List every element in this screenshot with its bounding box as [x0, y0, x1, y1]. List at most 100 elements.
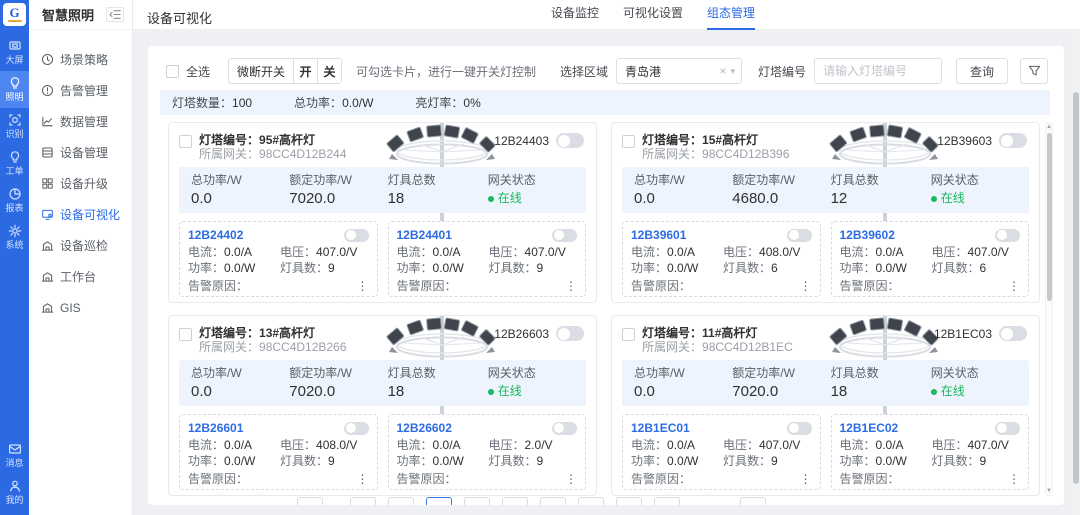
branch-card: 12B39602 电流：0.0/A 电压：407.0/V 功率：0.0/W 灯具…	[831, 221, 1030, 297]
tab-configuration-management[interactable]: 组态管理	[707, 0, 755, 30]
card-stats: 总功率/W0.0 额定功率/W7020.0 灯具总数18 网关状态在线	[622, 360, 1029, 406]
alert-circle-icon	[41, 84, 54, 97]
alarm-reason-label: 告警原因：	[397, 277, 457, 294]
branch-id[interactable]: 12B26601	[188, 421, 243, 435]
breaker-switch-group: 微断开关 开 关	[228, 58, 342, 84]
more-icon[interactable]: ⋮	[565, 281, 577, 291]
page-scrollbar-thumb[interactable]	[1073, 92, 1079, 484]
building-icon	[41, 239, 54, 252]
cards-scrollbar[interactable]: ▲ ▼	[1045, 122, 1053, 496]
pagination-page-button[interactable]	[388, 497, 414, 505]
more-icon[interactable]: ⋮	[800, 474, 812, 484]
filter-toolbar: 全选 微断开关 开 关 可勾选卡片，进行一键开关灯控制 选择区域 青岛港 × ▾…	[166, 57, 1048, 85]
sidebar-item-workbench[interactable]: 工作台	[29, 261, 132, 292]
branch-toggle[interactable]	[787, 229, 812, 242]
card-gateway: 所属网关：98CC4D12B244	[199, 147, 346, 162]
switch-on-button[interactable]: 开	[293, 59, 317, 83]
tab-visualization-settings[interactable]: 可视化设置	[623, 0, 683, 30]
more-icon[interactable]: ⋮	[1008, 474, 1020, 484]
branch-id[interactable]: 12B24402	[188, 228, 243, 242]
pagination-page-button[interactable]	[540, 497, 566, 505]
pagination-page-button[interactable]	[616, 497, 642, 505]
card-toggle[interactable]	[999, 133, 1027, 148]
branch-toggle[interactable]	[995, 422, 1020, 435]
breaker-switch-label: 微断开关	[229, 59, 293, 83]
sidebar-item-device-inspection[interactable]: 设备巡检	[29, 230, 132, 261]
collapse-sidebar-button[interactable]	[106, 7, 124, 22]
rail-item-lighting[interactable]: 照明	[0, 71, 29, 108]
page-scrollbar[interactable]	[1072, 30, 1080, 515]
device-id: 12B26603	[494, 327, 549, 341]
status-badge: 在线	[488, 188, 586, 209]
branch-id[interactable]: 12B1EC01	[631, 421, 690, 435]
rail-item-messages[interactable]: 消息	[0, 437, 29, 474]
area-select-value: 青岛港	[625, 63, 719, 80]
pagination-jump-box[interactable]	[740, 497, 766, 505]
message-icon	[8, 442, 22, 456]
branch-toggle[interactable]	[344, 229, 369, 242]
card-title: 灯塔编号：95#高杆灯	[199, 133, 346, 147]
card-title: 灯塔编号：13#高杆灯	[199, 326, 346, 340]
card-toggle[interactable]	[999, 326, 1027, 341]
branch-id[interactable]: 12B26602	[397, 421, 452, 435]
pagination-page-button[interactable]	[502, 497, 528, 505]
sidebar-item-device-management[interactable]: 设备管理	[29, 137, 132, 168]
card-checkbox[interactable]	[622, 135, 635, 148]
more-icon[interactable]: ⋮	[800, 281, 812, 291]
rail-item-recognition[interactable]: 识别	[0, 108, 29, 145]
branch-id[interactable]: 12B1EC02	[840, 421, 899, 435]
card-checkbox[interactable]	[622, 328, 635, 341]
scroll-up-icon[interactable]: ▲	[1046, 124, 1052, 130]
collapse-icon	[109, 9, 121, 20]
more-icon[interactable]: ⋮	[357, 474, 369, 484]
pagination-page-button[interactable]	[654, 497, 680, 505]
card-toggle[interactable]	[556, 133, 584, 148]
clear-icon[interactable]: ×	[719, 64, 726, 78]
sidebar-item-data-management[interactable]: 数据管理	[29, 106, 132, 137]
alarm-reason-label: 告警原因：	[397, 470, 457, 487]
card-gateway: 所属网关：98CC4D12B396	[642, 147, 789, 162]
sidebar-item-device-upgrade[interactable]: 设备升级	[29, 168, 132, 199]
alarm-reason-label: 告警原因：	[188, 277, 248, 294]
more-icon[interactable]: ⋮	[357, 281, 369, 291]
tower-no-input[interactable]	[814, 58, 942, 84]
chevron-down-icon: ▾	[730, 66, 735, 77]
card-checkbox[interactable]	[179, 135, 192, 148]
branch-id[interactable]: 12B39602	[840, 228, 895, 242]
card-toggle[interactable]	[556, 326, 584, 341]
tab-device-monitoring[interactable]: 设备监控	[551, 0, 599, 30]
branch-toggle[interactable]	[787, 422, 812, 435]
app-logo[interactable]: G	[3, 3, 26, 26]
pagination-prev-button[interactable]	[297, 497, 323, 505]
rail-item-bigscreen[interactable]: 大屏	[0, 34, 29, 71]
branch-toggle[interactable]	[552, 422, 577, 435]
rail-item-report[interactable]: 报表	[0, 182, 29, 219]
branch-id[interactable]: 12B39601	[631, 228, 686, 242]
rail-item-workorder[interactable]: 工单	[0, 145, 29, 182]
branch-toggle[interactable]	[995, 229, 1020, 242]
area-select[interactable]: 青岛港 × ▾	[616, 58, 742, 84]
switch-off-button[interactable]: 关	[317, 59, 341, 83]
branch-toggle[interactable]	[344, 422, 369, 435]
rail-item-system[interactable]: 系统	[0, 219, 29, 256]
rail-item-profile[interactable]: 我的	[0, 474, 29, 511]
pagination-page-button[interactable]	[464, 497, 490, 505]
pagination-page-button[interactable]	[350, 497, 376, 505]
more-icon[interactable]: ⋮	[1008, 281, 1020, 291]
select-all-checkbox[interactable]	[166, 65, 179, 78]
scroll-down-icon[interactable]: ▼	[1046, 488, 1052, 494]
filter-button[interactable]	[1020, 58, 1048, 84]
pagination-page-button[interactable]	[578, 497, 604, 505]
sidebar-item-gis[interactable]: GIS	[29, 292, 132, 323]
sidebar-item-device-visualization[interactable]: 设备可视化	[29, 199, 132, 230]
branch-id[interactable]: 12B24401	[397, 228, 452, 242]
branch-toggle[interactable]	[552, 229, 577, 242]
sidebar-item-alarm-management[interactable]: 告警管理	[29, 75, 132, 106]
cards-scrollbar-thumb[interactable]	[1047, 133, 1052, 301]
more-icon[interactable]: ⋮	[565, 474, 577, 484]
summary-total-power: 总功率：0.0/W	[294, 94, 373, 111]
query-button[interactable]: 查询	[956, 58, 1008, 84]
sidebar-item-scene-strategy[interactable]: 场景策略	[29, 44, 132, 75]
card-checkbox[interactable]	[179, 328, 192, 341]
pagination-page-button-active[interactable]	[426, 497, 452, 505]
